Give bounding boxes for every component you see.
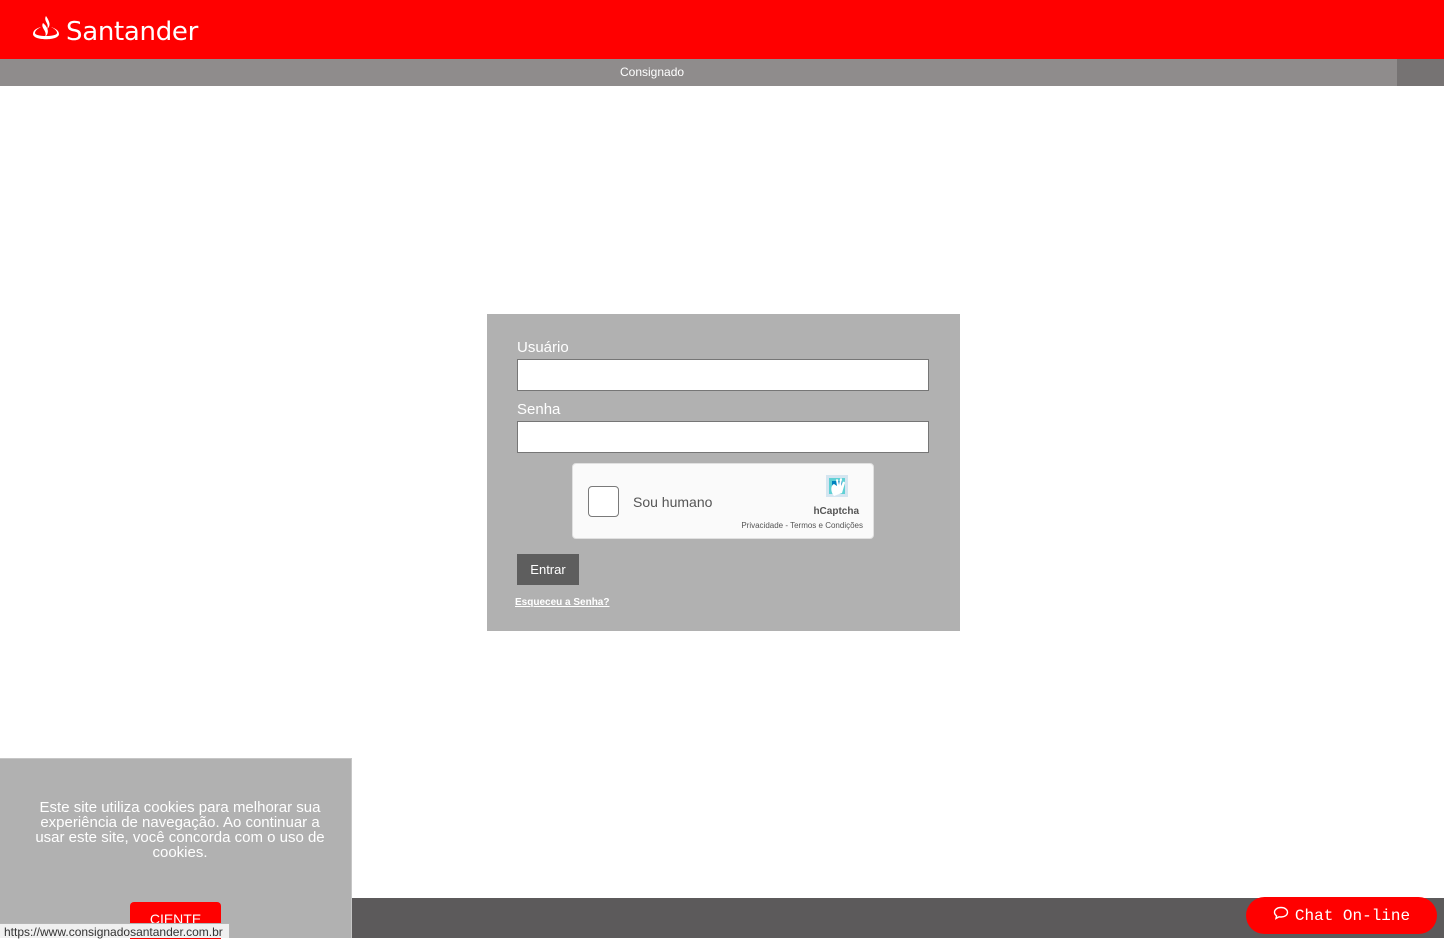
- site-header: Santander: [0, 0, 1444, 59]
- cookie-message: Este site utiliza cookies para melhorar …: [35, 799, 325, 861]
- hcaptcha-logo-icon: [820, 471, 854, 503]
- flame-icon: [30, 15, 62, 50]
- username-label: Usuário: [517, 339, 569, 356]
- brand-name: Santander: [66, 17, 199, 47]
- login-form: Usuário Senha Sou humano hCaptcha Privac…: [487, 314, 960, 631]
- section-title: Consignado: [620, 65, 685, 79]
- password-input[interactable]: [517, 421, 929, 453]
- cookie-banner: Este site utiliza cookies para melhorar …: [0, 758, 352, 939]
- chat-bubble-icon: [1273, 906, 1289, 925]
- section-bar: Consignado: [0, 59, 1444, 86]
- chat-online-button[interactable]: Chat On-line: [1246, 897, 1437, 934]
- login-button[interactable]: Entrar: [517, 554, 579, 585]
- forgot-password-link[interactable]: Esqueceu a Senha?: [515, 597, 609, 608]
- section-bar-end: [1397, 59, 1444, 86]
- captcha-checkbox[interactable]: [588, 486, 619, 517]
- brand-logo[interactable]: Santander: [30, 15, 199, 50]
- hcaptcha-widget: Sou humano hCaptcha Privacidade - Termos…: [572, 463, 874, 539]
- password-label: Senha: [517, 401, 561, 418]
- captcha-brand: hCaptcha: [813, 506, 859, 517]
- captcha-label: Sou humano: [633, 494, 713, 510]
- status-bar-url: https://www.consignadosantander.com.br: [0, 923, 230, 939]
- username-input[interactable]: [517, 359, 929, 391]
- captcha-legal-links[interactable]: Privacidade - Termos e Condições: [741, 521, 863, 530]
- chat-label: Chat On-line: [1294, 906, 1411, 925]
